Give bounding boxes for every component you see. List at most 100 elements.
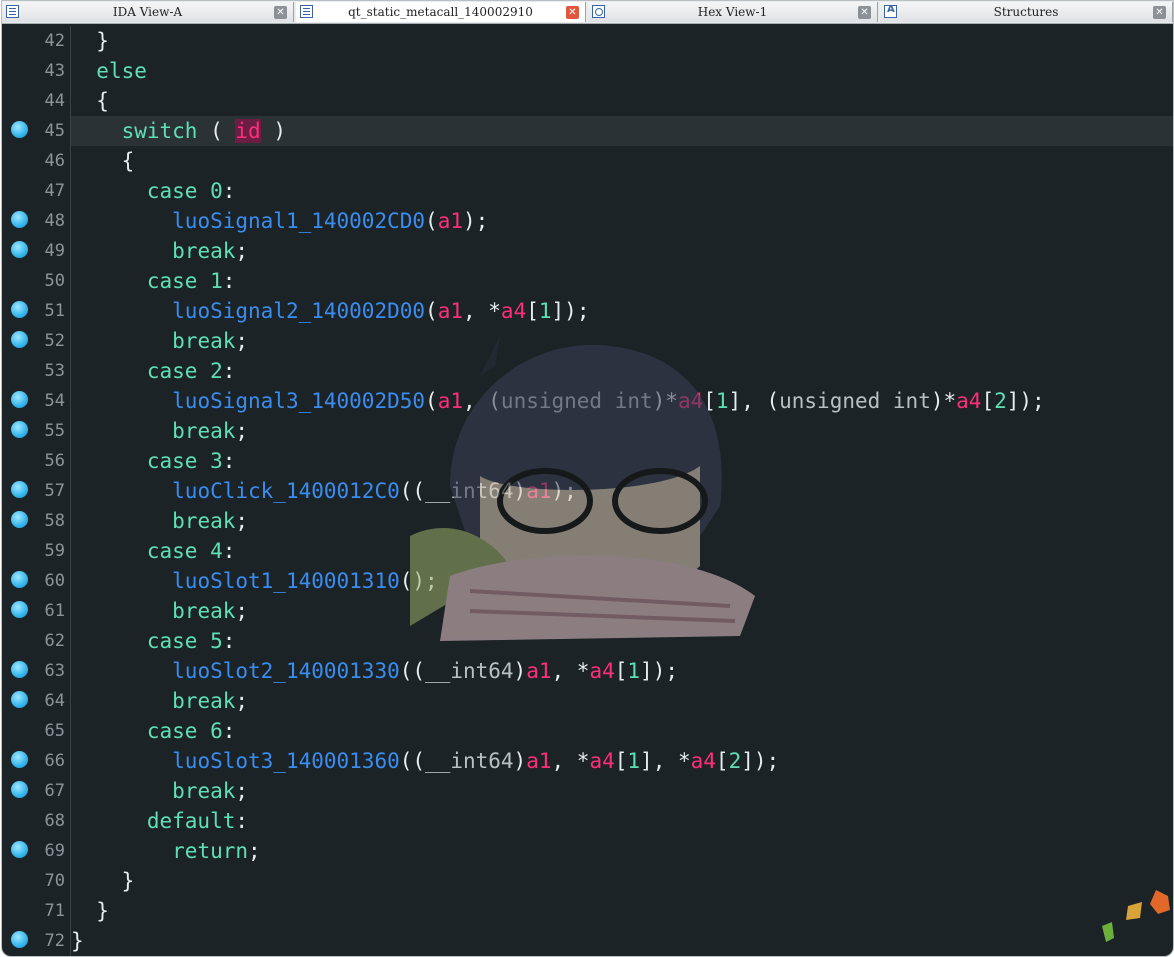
code-text[interactable]: default: — [70, 806, 1173, 836]
code-line[interactable]: 69 return; — [2, 836, 1173, 866]
breakpoint-icon[interactable] — [11, 751, 28, 768]
breakpoint-icon[interactable] — [11, 841, 28, 858]
code-text[interactable]: } — [70, 896, 1173, 926]
breakpoint-icon[interactable] — [11, 301, 28, 318]
code-token: ( — [425, 299, 438, 323]
code-text[interactable]: case 1: — [70, 266, 1173, 296]
breakpoint-icon[interactable] — [11, 571, 28, 588]
close-icon[interactable]: ✕ — [1153, 6, 1166, 19]
code-line[interactable]: 63 luoSlot2_140001330((__int64)a1, *a4[1… — [2, 656, 1173, 686]
code-line[interactable]: 50 case 1: — [2, 266, 1173, 296]
close-icon[interactable]: ✕ — [858, 6, 871, 19]
variable[interactable]: a1 — [438, 209, 463, 233]
code-text[interactable]: luoSignal1_140002CD0(a1); — [70, 206, 1173, 236]
breakpoint-icon[interactable] — [11, 241, 28, 258]
code-text[interactable]: case 0: — [70, 176, 1173, 206]
code-text[interactable]: luoSignal2_140002D00(a1, *a4[1]); — [70, 296, 1173, 326]
tab-pseudocode[interactable]: qt_static_metacall_140002910 ✕ — [296, 2, 586, 22]
breakpoint-icon[interactable] — [11, 931, 28, 948]
function-name[interactable]: luoSignal2_140002D00 — [172, 299, 425, 323]
code-line[interactable]: 68 default: — [2, 806, 1173, 836]
code-text[interactable]: luoSlot2_140001330((__int64)a1, *a4[1]); — [70, 656, 1173, 686]
breakpoint-icon[interactable] — [11, 661, 28, 678]
code-text[interactable]: break; — [70, 236, 1173, 266]
code-line[interactable]: 43 else — [2, 56, 1173, 86]
breakpoint-icon[interactable] — [11, 331, 28, 348]
code-line[interactable]: 46 { — [2, 146, 1173, 176]
breakpoint-icon[interactable] — [11, 391, 28, 408]
code-line[interactable]: 65 case 6: — [2, 716, 1173, 746]
breakpoint-icon[interactable] — [11, 211, 28, 228]
function-name[interactable]: luoSlot1_140001310 — [172, 569, 400, 593]
code-token: ; — [235, 779, 249, 803]
keyword: break — [172, 419, 236, 443]
variable[interactable]: a4 — [956, 389, 981, 413]
function-name[interactable]: luoSlot2_140001330 — [172, 659, 400, 683]
code-line[interactable]: 71 } — [2, 896, 1173, 926]
function-name[interactable]: luoSignal1_140002CD0 — [172, 209, 425, 233]
code-token: : — [222, 539, 236, 563]
tab-structures[interactable]: Structures ✕ — [880, 2, 1173, 22]
code-text[interactable]: break; — [70, 686, 1173, 716]
code-text[interactable]: else — [70, 56, 1173, 86]
code-text[interactable]: { — [70, 146, 1173, 176]
close-icon[interactable]: ✕ — [274, 6, 287, 19]
line-number: 42 — [44, 31, 65, 51]
variable[interactable]: a4 — [589, 659, 614, 683]
code-text[interactable]: { — [70, 86, 1173, 116]
breakpoint-icon[interactable] — [11, 781, 28, 798]
close-icon[interactable]: ✕ — [566, 6, 579, 19]
code-text[interactable]: switch ( id ) — [70, 116, 1173, 146]
code-line[interactable]: 48 luoSignal1_140002CD0(a1); — [2, 206, 1173, 236]
keyword: case — [146, 269, 211, 293]
variable[interactable]: id — [235, 119, 261, 143]
code-text[interactable]: } — [70, 926, 1173, 956]
function-name[interactable]: luoClick_1400012C0 — [172, 479, 400, 503]
code-text[interactable]: case 6: — [70, 716, 1173, 746]
line-number: 56 — [44, 451, 65, 471]
code-line[interactable]: 45 switch ( id ) — [2, 116, 1173, 146]
keyword: default — [146, 809, 236, 833]
function-name[interactable]: luoSlot3_140001360 — [172, 749, 400, 773]
breakpoint-icon[interactable] — [11, 691, 28, 708]
code-text[interactable]: break; — [70, 776, 1173, 806]
code-line[interactable]: 51 luoSignal2_140002D00(a1, *a4[1]); — [2, 296, 1173, 326]
code-text[interactable]: luoSlot3_140001360((__int64)a1, *a4[1], … — [70, 746, 1173, 776]
variable[interactable]: a4 — [501, 299, 526, 323]
tab-ida-view-a[interactable]: IDA View-A ✕ — [2, 2, 294, 22]
code-token: : — [222, 629, 236, 653]
code-text[interactable]: } — [70, 866, 1173, 896]
tab-hex-view[interactable]: Hex View-1 ✕ — [588, 2, 878, 22]
ida-window: IDA View-A ✕ qt_static_metacall_14000291… — [1, 0, 1174, 957]
line-number: 66 — [44, 751, 65, 771]
variable[interactable]: a1 — [526, 659, 551, 683]
variable[interactable]: a1 — [526, 749, 551, 773]
function-name[interactable]: luoSignal3_140002D50 — [172, 389, 425, 413]
code-line[interactable]: 72} — [2, 926, 1173, 956]
breakpoint-icon[interactable] — [11, 511, 28, 528]
code-line[interactable]: 42 } — [2, 26, 1173, 56]
variable[interactable]: a4 — [691, 749, 716, 773]
code-text[interactable]: return; — [70, 836, 1173, 866]
breakpoint-icon[interactable] — [11, 601, 28, 618]
code-line[interactable]: 64 break; — [2, 686, 1173, 716]
code-token: ]); — [551, 299, 590, 323]
code-line[interactable]: 67 break; — [2, 776, 1173, 806]
variable[interactable]: a4 — [589, 749, 614, 773]
variable[interactable]: a1 — [438, 299, 463, 323]
breakpoint-icon[interactable] — [11, 481, 28, 498]
code-line[interactable]: 66 luoSlot3_140001360((__int64)a1, *a4[1… — [2, 746, 1173, 776]
code-line[interactable]: 49 break; — [2, 236, 1173, 266]
code-line[interactable]: 70 } — [2, 866, 1173, 896]
code-token: [ — [614, 659, 628, 683]
code-line[interactable]: 44 { — [2, 86, 1173, 116]
code-text[interactable]: } — [70, 26, 1173, 56]
breakpoint-icon[interactable] — [11, 421, 28, 438]
code-line[interactable]: 47 case 0: — [2, 176, 1173, 206]
code-token: 1 — [538, 299, 552, 323]
breakpoint-icon[interactable] — [11, 121, 28, 138]
